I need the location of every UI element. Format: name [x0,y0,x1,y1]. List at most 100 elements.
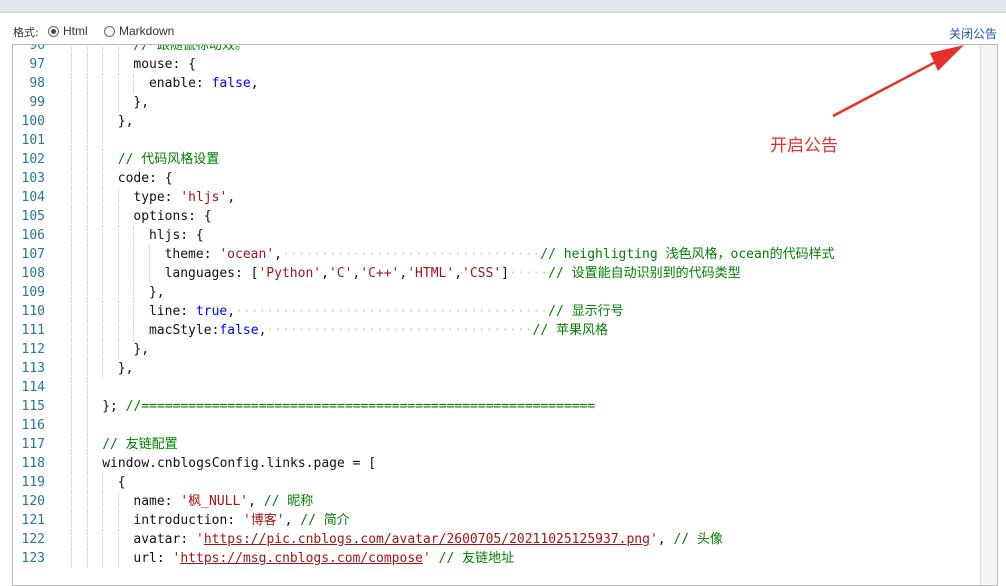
vertical-scrollbar[interactable] [980,45,997,585]
code-token: 'Python' [258,266,322,281]
indent-guide [102,264,118,283]
indent-guide [71,416,87,435]
code-line: 114 [13,378,981,397]
code-token: }; [102,399,126,414]
code-text: type: 'hljs', [71,188,235,207]
code-token: window.cnblogsConfig.links.page = [ [102,456,377,471]
indent-guide [148,245,165,264]
format-toolbar: 格式: Html Markdown 关闭公告 [0,13,1006,45]
code-token: }, [133,95,150,110]
radio-markdown-circle[interactable] [104,25,115,37]
indent-guide [117,188,134,207]
code-token: mouse: { [133,57,196,72]
code-text: hljs: { [71,226,204,245]
code-token: line: [148,304,196,319]
code-line: 120 name: '枫_NULL', // 昵称 [13,492,981,511]
indent-guide [102,245,118,264]
line-number: 101 [21,133,45,148]
indent-guide [71,45,87,55]
indent-guide [102,74,118,93]
line-number: 114 [21,380,45,395]
close-notice-link[interactable]: 关闭公告 [949,25,997,42]
indent-guide [71,454,87,473]
code-token: enable: [148,76,212,91]
indent-guide [102,188,118,207]
code-line: 121 introduction: '博客', // 简介 [13,511,981,530]
indent-guide [102,549,118,568]
indent-guide [86,321,103,340]
line-number: 99 [29,95,45,110]
annotation-text: 开启公告 [770,136,838,156]
code-text: introduction: '博客', // 简介 [71,511,350,530]
indent-guide [102,93,118,112]
indent-guide [86,511,103,530]
code-text: options: { [71,207,212,226]
code-line: 103 code: { [13,169,981,188]
indent-guide [71,188,87,207]
indent-guide [71,131,87,150]
code-token: , [250,76,259,91]
code-text: // 代码风格设置 [71,150,219,169]
code-line: 123 url: 'https://msg.cnblogs.com/compose… [13,549,981,568]
indent-guide [71,226,87,245]
code-token[interactable]: https://msg.cnblogs.com/compose [180,551,423,566]
indent-guide [133,302,149,321]
code-token: // 跟随鼠标动效。 [133,44,248,53]
code-token: options: { [133,209,212,224]
line-number: 100 [21,114,45,129]
code-token: ' [422,551,431,566]
radio-html-circle[interactable] [48,25,59,37]
code-line: 96 // 跟随鼠标动效。 [13,44,981,55]
indent-guide [148,264,165,283]
indent-guide [102,283,118,302]
code-token: 'HTML' [407,266,455,281]
code-text: window.cnblogsConfig.links.page = [ [71,454,376,473]
code-token: , [227,304,236,319]
code-editor[interactable]: 96// 跟随鼠标动效。 97 mouse: {98 enable: false, 99… [12,44,998,586]
indent-guide [71,283,87,302]
indent-guide [133,245,149,264]
indent-guide [86,74,103,93]
indent-guide [86,302,103,321]
code-token: , [657,532,674,547]
indent-guide [86,45,103,55]
indent-guide [117,207,134,226]
code-token: ' [649,532,658,547]
indent-guide [133,283,149,302]
code-token: ········································ [235,304,549,319]
line-number: 119 [21,475,45,490]
code-text: code: { [71,169,173,188]
radio-markdown[interactable]: Markdown [104,23,174,39]
indent-guide [86,530,103,549]
indent-guide [117,511,134,530]
code-text: // 友链配置 [71,435,178,454]
indent-guide [71,473,87,492]
indent-guide [71,74,87,93]
indent-guide [102,340,118,359]
code-token[interactable]: https://pic.cnblogs.com/avatar/2600705/2… [204,532,650,547]
line-number: 112 [21,342,45,357]
code-token: ' [196,532,204,547]
indent-guide [71,93,87,112]
code-token: ·································· [266,323,533,338]
indent-guide [133,264,149,283]
indent-guide [117,302,134,321]
code-token: // 简介 [300,513,350,528]
code-token: introduction: [133,513,243,528]
format-label: 格式: [13,26,39,39]
radio-html[interactable]: Html [48,23,88,39]
indent-guide [86,112,103,131]
indent-guide [86,359,103,378]
code-token: // 头像 [673,532,723,547]
code-line: 97 mouse: { [13,55,981,74]
indent-guide [117,340,134,359]
indent-guide [71,207,87,226]
code-token: // 昵称 [263,494,314,509]
radio-html-label[interactable]: Html [63,24,88,38]
code-token: ································· [281,247,541,262]
indent-guide [102,55,118,74]
radio-markdown-label[interactable]: Markdown [119,24,174,38]
code-text: line: true,·····························… [71,302,624,321]
indent-guide [71,492,87,511]
indent-guide [102,530,118,549]
